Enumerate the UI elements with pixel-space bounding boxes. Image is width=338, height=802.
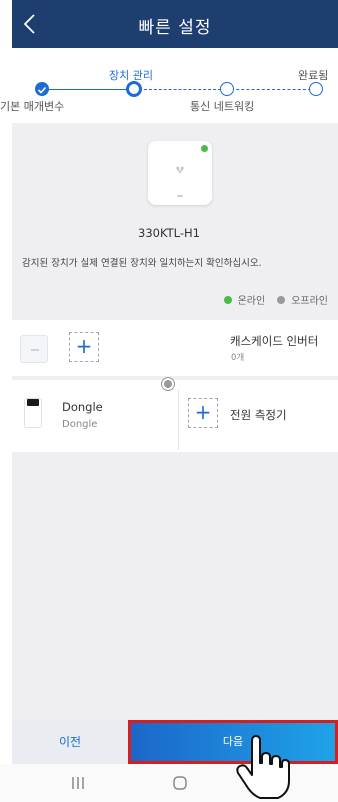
accessory-row: Dongle Dongle + 전원 측정기 [12, 380, 338, 452]
device-match-notice: 감지된 장치가 실제 연결된 장치와 일치하는지 확인하십시오. [22, 258, 262, 269]
offline-legend-dot [277, 295, 286, 304]
power-meter-title: 전원 측정기 [230, 408, 287, 422]
offline-status-dot [162, 378, 174, 390]
step-current-dot [126, 81, 142, 97]
previous-button[interactable]: 이전 [12, 720, 128, 764]
online-legend-label: 온라인 [237, 296, 266, 307]
top-app-bar: 빠른 설정 [12, 0, 338, 48]
step-done-check-icon [35, 82, 49, 96]
recent-apps-icon[interactable] [70, 775, 86, 791]
add-cascade-inverter-button[interactable]: + [69, 332, 99, 362]
step-connector [44, 89, 133, 90]
home-icon[interactable] [172, 775, 188, 791]
inverter-device-card[interactable] [148, 141, 212, 205]
tap-hand-icon [236, 735, 290, 799]
step-label: 기본 매개변수 [0, 100, 65, 113]
row-divider [178, 390, 179, 450]
cascade-inverter-count: 0개 [231, 353, 245, 363]
step-label: 통신 네트워킹 [190, 100, 255, 113]
online-status-dot [200, 144, 209, 153]
cascade-inverter-title: 캐스케이드 인버터 [230, 334, 319, 348]
step-connector [139, 89, 221, 90]
step-pending-dot [309, 82, 323, 96]
offline-legend-label: 오프라인 [291, 296, 328, 307]
dongle-subtitle: Dongle [62, 419, 98, 430]
cascade-inverter-row: + 캐스케이드 인버터 0개 [12, 320, 338, 376]
page-title: 빠른 설정 [138, 18, 212, 38]
status-legend: 온라인 오프라인 [223, 292, 328, 307]
step-pending-dot [220, 82, 234, 96]
dongle-title: Dongle [62, 400, 103, 414]
add-power-meter-button[interactable]: + [188, 398, 218, 428]
inverter-thumbnail-icon [20, 335, 48, 363]
step-connector [231, 89, 311, 90]
step-label: 장치 관리 [109, 69, 153, 82]
brand-logo-icon [175, 166, 185, 174]
device-model-label: 330KTL-H1 [138, 226, 200, 240]
dongle-icon [24, 398, 42, 428]
step-label: 완료됨 [298, 69, 329, 82]
online-legend-dot [223, 295, 232, 304]
device-led [177, 195, 183, 197]
